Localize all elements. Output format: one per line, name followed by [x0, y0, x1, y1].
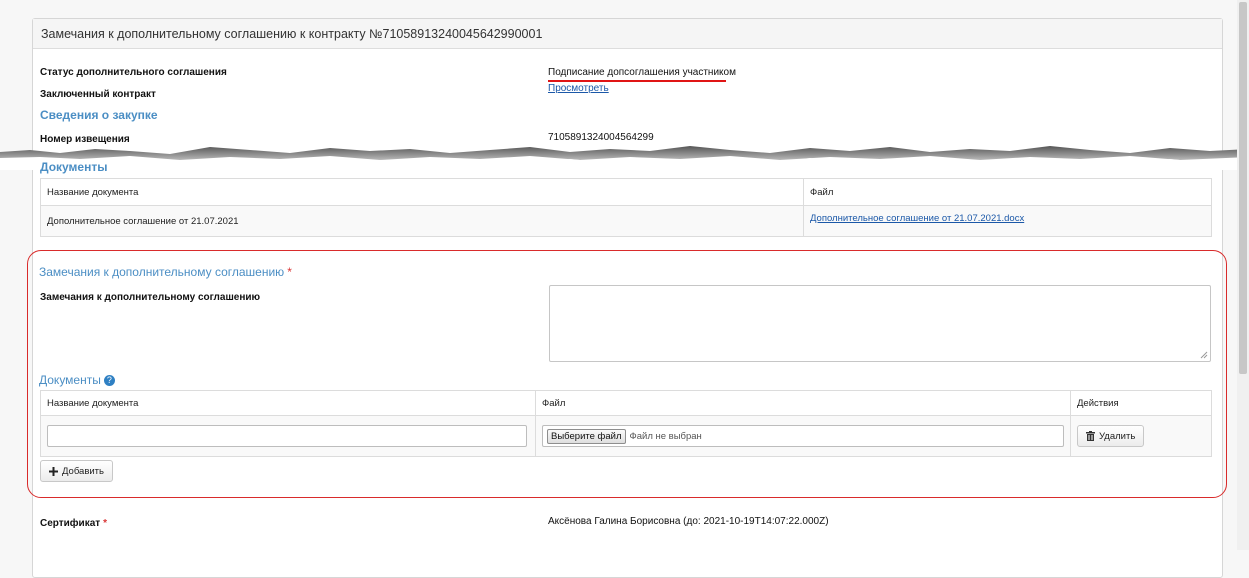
documents-section-title: Документы	[40, 160, 108, 174]
certificate-label-text: Сертификат	[40, 518, 101, 529]
remarks-section-title-text: Замечания к дополнительному соглашению	[39, 265, 285, 279]
resize-grip-icon[interactable]	[1200, 351, 1208, 359]
status-value: Подписание допсоглашения участником	[548, 67, 736, 78]
remarks-field-label: Замечания к дополнительному соглашению	[40, 292, 261, 303]
vertical-scrollbar[interactable]	[1237, 0, 1249, 550]
torn-edge-separator	[0, 146, 1249, 170]
required-mark: *	[287, 265, 292, 279]
required-mark: *	[103, 518, 108, 529]
remarks-documents-title: Документы?	[39, 373, 115, 387]
remarks-col-file: Файл	[535, 390, 1071, 416]
scrollbar-thumb[interactable]	[1239, 2, 1247, 374]
help-icon[interactable]: ?	[103, 375, 115, 386]
trash-icon	[1086, 431, 1095, 441]
status-label: Статус дополнительного соглашения	[40, 67, 227, 78]
remarks-col-name: Название документа	[40, 390, 536, 416]
remarks-documents-table: Название документа Файл Действия Выберит…	[40, 390, 1212, 457]
delete-button-label: Удалить	[1099, 430, 1136, 442]
contract-label: Заключенный контракт	[40, 89, 156, 100]
document-name-cell: Дополнительное соглашение от 21.07.2021	[40, 205, 804, 237]
panel-title: Замечания к дополнительному соглашению к…	[33, 19, 1222, 49]
add-button[interactable]: Добавить	[40, 460, 113, 482]
remarks-section-title: Замечания к дополнительному соглашению *	[39, 265, 292, 279]
remarks-col-actions: Действия	[1070, 390, 1212, 416]
delete-button[interactable]: Удалить	[1077, 425, 1145, 447]
documents-table: Название документа Файл Дополнительное с…	[40, 178, 1212, 237]
document-file-link[interactable]: Дополнительное соглашение от 21.07.2021.…	[810, 213, 1024, 224]
certificate-label: Сертификат *	[40, 518, 107, 529]
add-button-wrap: Добавить	[40, 460, 113, 482]
view-contract-link[interactable]: Просмотреть	[548, 83, 609, 94]
file-input[interactable]: Выберите файл Файл не выбран	[542, 425, 1064, 447]
choose-file-button[interactable]: Выберите файл	[547, 428, 626, 444]
documents-col-file: Файл	[803, 178, 1212, 206]
file-status-text: Файл не выбран	[629, 430, 702, 442]
remarks-textarea[interactable]	[549, 285, 1211, 362]
remarks-documents-title-text: Документы	[39, 373, 101, 387]
certificate-value: Аксёнова Галина Борисовна (до: 2021-10-1…	[548, 516, 829, 527]
add-button-label: Добавить	[62, 465, 104, 477]
documents-col-name: Название документа	[40, 178, 804, 206]
status-highlight-underline	[548, 80, 726, 82]
document-name-input[interactable]	[47, 425, 527, 447]
plus-icon	[49, 466, 58, 476]
table-row: Дополнительное соглашение от 21.07.2021 …	[40, 205, 1212, 237]
purchase-section-title: Сведения о закупке	[40, 108, 158, 122]
table-row: Выберите файл Файл не выбран Удалить	[40, 415, 1212, 457]
